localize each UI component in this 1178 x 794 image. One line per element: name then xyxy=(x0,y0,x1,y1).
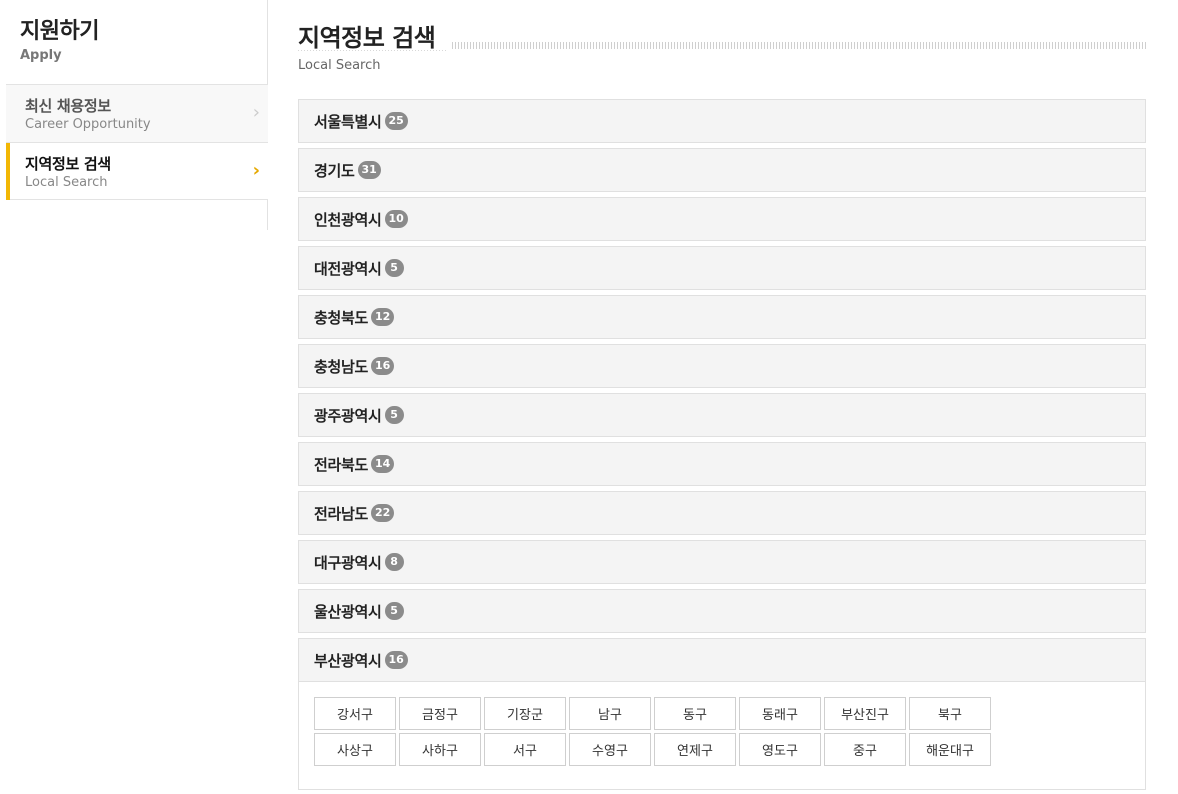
chevron-right-icon: › xyxy=(252,102,260,123)
district-button[interactable]: 연제구 xyxy=(654,733,736,766)
count-badge: 10 xyxy=(384,210,408,228)
district-button[interactable]: 중구 xyxy=(824,733,906,766)
count-badge: 16 xyxy=(371,357,395,375)
region-name: 대전광역시 xyxy=(314,259,382,278)
region-item-seoul[interactable]: 서울특별시 25 xyxy=(298,99,1146,143)
region-name: 전라남도 xyxy=(314,504,369,523)
region-item-jeonnam[interactable]: 전라남도 22 xyxy=(298,491,1146,535)
region-item-jeonbuk[interactable]: 전라북도 14 xyxy=(298,442,1146,486)
count-badge: 5 xyxy=(384,602,404,620)
region-header-busan[interactable]: 부산광역시 16 xyxy=(299,639,1145,682)
region-name: 경기도 xyxy=(314,161,355,180)
sidebar-item-sublabel: Local Search xyxy=(25,175,108,190)
chevron-right-icon: › xyxy=(252,160,260,181)
count-badge: 14 xyxy=(371,455,395,473)
district-button[interactable]: 서구 xyxy=(484,733,566,766)
region-item-ulsan[interactable]: 울산광역시 5 xyxy=(298,589,1146,633)
region-name: 광주광역시 xyxy=(314,406,382,425)
count-badge: 22 xyxy=(371,504,395,522)
count-badge: 16 xyxy=(384,651,408,669)
district-button[interactable]: 사상구 xyxy=(314,733,396,766)
sidebar-item-label: 지역정보 검색 xyxy=(25,155,111,173)
page-subtitle: Local Search xyxy=(298,58,381,73)
count-badge: 5 xyxy=(384,259,404,277)
region-item-gyeonggi[interactable]: 경기도 31 xyxy=(298,148,1146,192)
title-underline xyxy=(298,50,446,51)
sidebar-item-career-opportunity[interactable]: 최신 채용정보 Career Opportunity › xyxy=(6,84,268,142)
region-name: 부산광역시 xyxy=(314,651,382,670)
district-button[interactable]: 동구 xyxy=(654,697,736,730)
count-badge: 8 xyxy=(384,553,404,571)
sidebar-header: 지원하기 Apply xyxy=(20,18,99,63)
sidebar-item-sublabel: Career Opportunity xyxy=(25,117,151,132)
region-name: 인천광역시 xyxy=(314,210,382,229)
region-item-daegu[interactable]: 대구광역시 8 xyxy=(298,540,1146,584)
region-name: 서울특별시 xyxy=(314,112,382,131)
page-header: 지역정보 검색 Local Search xyxy=(298,18,1146,78)
count-badge: 12 xyxy=(371,308,395,326)
region-item-daejeon[interactable]: 대전광역시 5 xyxy=(298,246,1146,290)
district-button[interactable]: 동래구 xyxy=(739,697,821,730)
region-name: 전라북도 xyxy=(314,455,369,474)
district-button[interactable]: 수영구 xyxy=(569,733,651,766)
title-divider xyxy=(452,42,1146,49)
district-button[interactable]: 해운대구 xyxy=(909,733,991,766)
district-button[interactable]: 강서구 xyxy=(314,697,396,730)
district-button[interactable]: 영도구 xyxy=(739,733,821,766)
region-item-gwangju[interactable]: 광주광역시 5 xyxy=(298,393,1146,437)
sidebar: 지원하기 Apply 최신 채용정보 Career Opportunity › … xyxy=(6,0,268,230)
region-name: 울산광역시 xyxy=(314,602,382,621)
region-name: 대구광역시 xyxy=(314,553,382,572)
count-badge: 5 xyxy=(384,406,404,424)
district-button[interactable]: 기장군 xyxy=(484,697,566,730)
region-item-busan-expanded: 부산광역시 16 강서구 금정구 기장군 남구 동구 동래구 부산진구 북구 사… xyxy=(298,638,1146,790)
district-button[interactable]: 사하구 xyxy=(399,733,481,766)
region-item-chungbuk[interactable]: 충청북도 12 xyxy=(298,295,1146,339)
region-item-chungnam[interactable]: 충청남도 16 xyxy=(298,344,1146,388)
region-item-incheon[interactable]: 인천광역시 10 xyxy=(298,197,1146,241)
district-button[interactable]: 금정구 xyxy=(399,697,481,730)
count-badge: 31 xyxy=(357,161,381,179)
page-title: 지역정보 검색 xyxy=(298,24,436,52)
district-button[interactable]: 남구 xyxy=(569,697,651,730)
region-accordion: 서울특별시 25 경기도 31 인천광역시 10 대전광역시 5 충청북도 12… xyxy=(298,99,1146,790)
sidebar-item-local-search[interactable]: 지역정보 검색 Local Search › xyxy=(6,142,268,200)
sidebar-subtitle: Apply xyxy=(20,48,62,63)
region-name: 충청북도 xyxy=(314,308,369,327)
district-button[interactable]: 북구 xyxy=(909,697,991,730)
region-name: 충청남도 xyxy=(314,357,369,376)
district-list: 강서구 금정구 기장군 남구 동구 동래구 부산진구 북구 사상구 사하구 서구… xyxy=(299,682,1079,789)
count-badge: 25 xyxy=(384,112,408,130)
sidebar-title: 지원하기 xyxy=(20,19,99,44)
sidebar-item-label: 최신 채용정보 xyxy=(25,97,111,115)
district-button[interactable]: 부산진구 xyxy=(824,697,906,730)
